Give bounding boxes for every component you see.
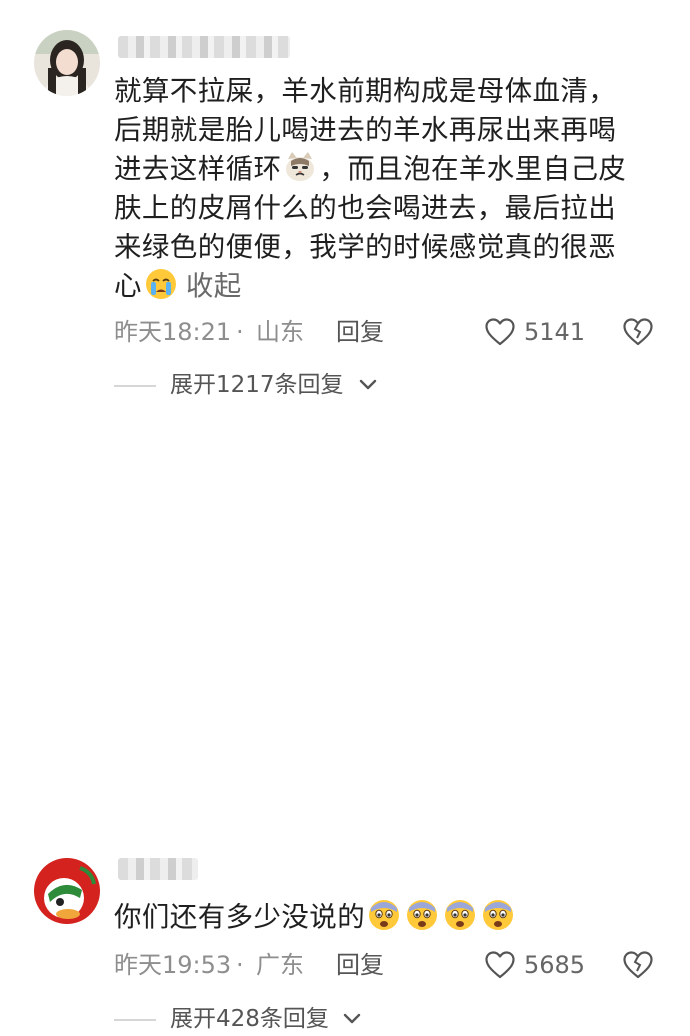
heart-icon [485, 951, 515, 979]
comment-segment: 你们还有多少没说的 [114, 901, 366, 933]
comment-line: 进去这样循环 ，而且泡在羊水里自己皮 [114, 150, 654, 189]
broken-heart-icon[interactable] [622, 950, 654, 980]
fearful-face-emoji [443, 898, 477, 932]
fearful-face-emoji [367, 898, 401, 932]
fearful-face-emoji [405, 898, 439, 932]
expand-replies-label: 展开1217条回复 [170, 372, 344, 398]
like-count: 5685 [524, 951, 586, 979]
comment-line: 肤上的皮屑什么的也会喝进去，最后拉出 [114, 192, 617, 224]
avatar[interactable] [34, 858, 100, 924]
comment-segment: ，而且泡在羊水里自己皮 [319, 153, 627, 185]
reply-button[interactable]: 回复 [336, 948, 384, 982]
divider [114, 385, 156, 387]
heart-icon [485, 318, 515, 346]
cat-emoji [283, 150, 317, 184]
separator: · [236, 951, 244, 979]
chevron-down-icon [343, 1013, 361, 1024]
comment-time: 昨天18:21 [114, 318, 232, 346]
comment-text: 就算不拉屎，羊水前期构成是母体血清， 后期就是胎儿喝进去的羊水再尿出来再喝 进去… [114, 72, 654, 306]
comment-location: 山东 [256, 318, 304, 346]
fearful-face-emoji [481, 898, 515, 932]
like-count: 5141 [524, 318, 586, 346]
comment-time: 昨天19:53 [114, 951, 232, 979]
comment-item: 就算不拉屎，羊水前期构成是母体血清， 后期就是胎儿喝进去的羊水再尿出来再喝 进去… [0, 0, 690, 420]
comment-meta: 昨天19:53 · 广东 回复 5685 [114, 948, 674, 982]
collapse-link[interactable]: 收起 [186, 270, 242, 302]
comment-item: 你们还有多少没说的 昨天19:53 · 广东 回复 5685 展开428条回复 [0, 420, 690, 1032]
broken-heart-icon[interactable] [622, 317, 654, 347]
comment-segment: 进去这样循环 [114, 153, 282, 185]
divider [114, 1019, 156, 1021]
comment-meta: 昨天18:21 · 山东 回复 5141 [114, 315, 674, 349]
comment-text: 你们还有多少没说的 [114, 898, 654, 937]
reply-button[interactable]: 回复 [336, 315, 384, 349]
comment-segment: 心 [114, 270, 142, 302]
chevron-down-icon [359, 379, 377, 390]
crying-face-emoji [144, 267, 178, 301]
separator: · [236, 318, 244, 346]
comment-line: 后期就是胎儿喝进去的羊水再尿出来再喝 [114, 114, 617, 146]
comment-line: 来绿色的便便，我学的时候感觉真的很恶 [114, 231, 617, 263]
comment-line: 你们还有多少没说的 [114, 898, 654, 937]
avatar[interactable] [34, 30, 100, 96]
username-redacted[interactable] [118, 36, 290, 58]
comment-location: 广东 [256, 951, 304, 979]
comment-line: 心 收起 [114, 267, 654, 306]
comment-line: 就算不拉屎，羊水前期构成是母体血清， [114, 75, 617, 107]
expand-replies-label: 展开428条回复 [170, 1006, 329, 1032]
username-redacted[interactable] [118, 858, 198, 880]
